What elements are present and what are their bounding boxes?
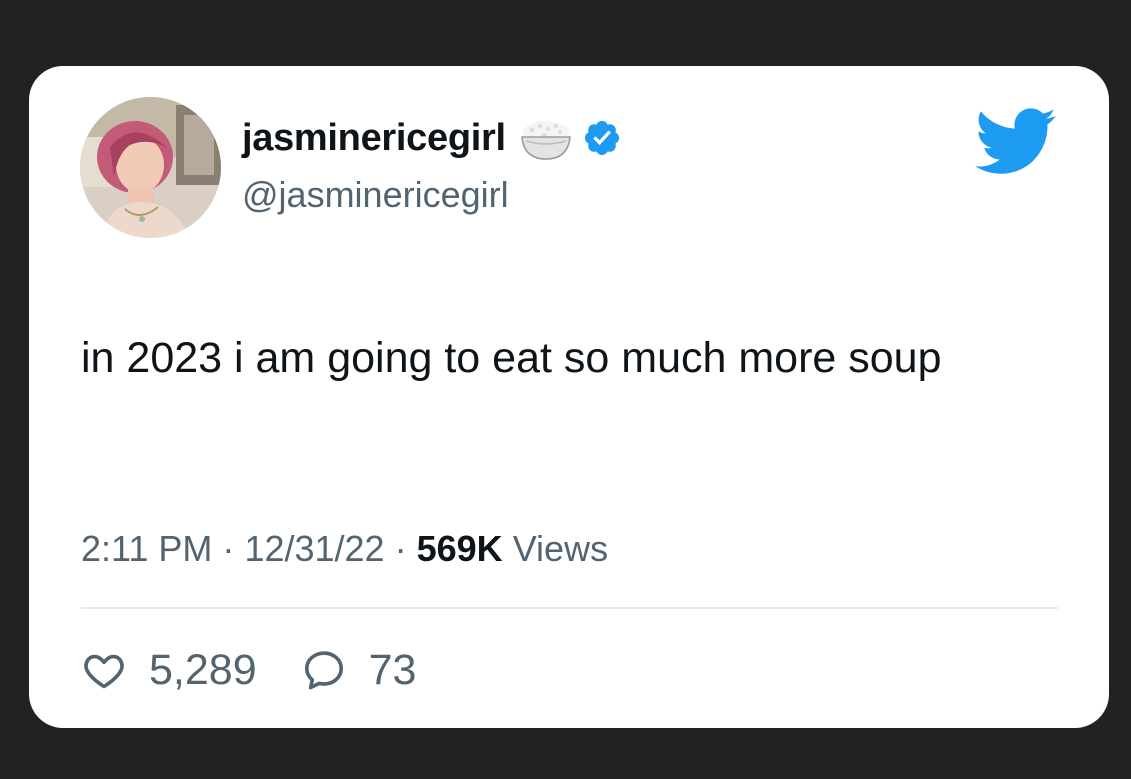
meta-separator: · [222, 528, 235, 569]
views-count: 569K [416, 528, 503, 569]
speech-bubble-icon [304, 651, 343, 690]
twitter-bird-icon [975, 108, 1056, 174]
author-name-row: jasminericegirl [242, 110, 622, 166]
tweet-time[interactable]: 2:11 PM [81, 528, 212, 569]
tweet-actions: 5,289 73 [81, 639, 416, 701]
reply-button[interactable]: 73 [301, 645, 417, 695]
divider [81, 607, 1058, 609]
display-name[interactable]: jasminericegirl [242, 117, 506, 160]
reply-count: 73 [368, 645, 417, 694]
like-count: 5,289 [149, 645, 257, 694]
like-button[interactable]: 5,289 [81, 646, 257, 695]
meta-separator: · [394, 528, 407, 569]
tweet-card: jasminericegirl @jasminericegirl in 2023… [29, 66, 1109, 728]
tweet-meta: 2:11 PM · 12/31/22 · 569K Views [81, 528, 608, 570]
tweet-date[interactable]: 12/31/22 [244, 528, 384, 569]
verified-badge-icon [584, 120, 619, 156]
views-label: Views [512, 528, 609, 569]
author-handle[interactable]: @jasminericegirl [242, 174, 509, 216]
rice-bowl-icon [520, 121, 571, 160]
avatar-photo [80, 97, 221, 238]
avatar[interactable] [80, 97, 221, 238]
tweet-text: in 2023 i am going to eat so much more s… [81, 334, 942, 382]
heart-icon [84, 654, 124, 689]
